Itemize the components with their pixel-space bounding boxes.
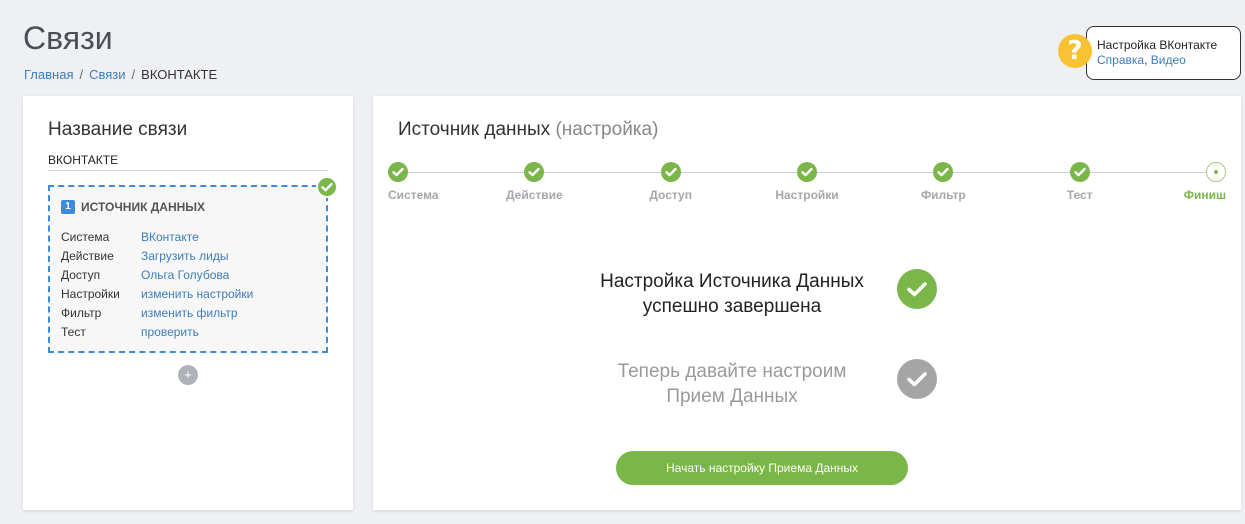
next-line-2: Прием Данных (666, 386, 798, 407)
step-current-icon[interactable] (1206, 162, 1226, 182)
connection-name-field[interactable]: ВКОНТАКТЕ (48, 153, 328, 171)
breadcrumb-links[interactable]: Связи (89, 67, 125, 82)
source-row-access: Доступ Ольга Голубова (61, 268, 253, 287)
help-box: Настройка ВКонтакте Справка, Видео (1086, 26, 1241, 80)
check-icon[interactable] (933, 162, 954, 182)
row-value-link[interactable]: изменить настройки (141, 287, 253, 306)
step-label[interactable]: Фильтр (921, 188, 966, 202)
page-title: Связи (23, 20, 113, 56)
help-comma: , (1144, 53, 1148, 67)
row-key: Настройки (61, 287, 120, 301)
source-row-filter: Фильтр изменить фильтр (61, 306, 253, 325)
step-label[interactable]: Финиш (1184, 188, 1226, 202)
panel-title-main: Источник данных (398, 119, 551, 140)
source-row-test: Тест проверить (61, 325, 253, 344)
next-message: Теперь давайте настроим Прием Данных (573, 359, 891, 409)
source-row-action: Действие Загрузить лиды (61, 249, 253, 268)
row-value-link[interactable]: изменить фильтр (141, 306, 238, 325)
video-link[interactable]: Видео (1151, 53, 1186, 67)
row-key: Тест (61, 325, 86, 339)
source-setup-panel: Источник данных (настройка) Система Дейст… (373, 96, 1241, 510)
source-heading-label: ИСТОЧНИК ДАННЫХ (81, 200, 206, 214)
question-icon[interactable]: ? (1058, 34, 1092, 68)
step-label[interactable]: Доступ (649, 188, 692, 202)
check-icon[interactable] (660, 162, 681, 182)
source-number-badge: 1 (61, 200, 75, 214)
data-source-block[interactable]: 1 ИСТОЧНИК ДАННЫХ Система ВКонтакте Дейс… (48, 185, 328, 353)
done-line-1: Настройка Источника Данных (600, 271, 864, 292)
row-value-link[interactable]: проверить (141, 325, 199, 344)
panel-title: Источник данных (настройка) (398, 119, 658, 141)
breadcrumb: Главная / Связи / ВКОНТАКТЕ (24, 67, 217, 82)
help-title: Настройка ВКонтакте (1097, 38, 1218, 52)
row-value-link[interactable]: ВКонтакте (141, 230, 199, 249)
done-line-2: успешно завершена (642, 296, 822, 317)
row-key: Система (61, 230, 110, 244)
source-details: Система ВКонтакте Действие Загрузить лид… (61, 230, 253, 344)
check-icon (316, 176, 338, 198)
check-icon[interactable] (388, 162, 408, 182)
row-key: Доступ (61, 268, 101, 282)
done-message: Настройка Источника Данных успешно завер… (573, 269, 891, 319)
connection-title: Название связи (48, 119, 188, 140)
step-label[interactable]: Тест (1067, 188, 1093, 202)
source-row-system: Система ВКонтакте (61, 230, 253, 249)
check-icon[interactable] (1069, 162, 1090, 182)
source-row-settings: Настройки изменить настройки (61, 287, 253, 306)
next-line-1: Теперь давайте настроим (617, 361, 847, 382)
step-label[interactable]: Настройки (775, 188, 838, 202)
breadcrumb-current: ВКОНТАКТЕ (141, 67, 218, 82)
check-icon[interactable] (797, 162, 817, 182)
start-receiver-setup-button[interactable]: Начать настройку Приема Данных (616, 451, 908, 485)
panel-title-sub: (настройка) (555, 119, 659, 140)
step-label[interactable]: Действие (506, 188, 563, 202)
row-key: Фильтр (61, 306, 102, 320)
breadcrumb-separator: / (79, 67, 84, 82)
connection-panel: Название связи ВКОНТАКТЕ 1 ИСТОЧНИК ДАНН… (23, 96, 353, 510)
check-icon (897, 359, 937, 399)
source-heading: 1 ИСТОЧНИК ДАННЫХ (61, 200, 205, 214)
breadcrumb-separator: / (131, 67, 136, 82)
row-key: Действие (61, 249, 114, 263)
add-block-button[interactable]: + (178, 365, 198, 385)
row-value-link[interactable]: Ольга Голубова (141, 268, 229, 287)
row-value-link[interactable]: Загрузить лиды (141, 249, 228, 268)
check-icon[interactable] (524, 162, 545, 182)
breadcrumb-home[interactable]: Главная (24, 67, 73, 82)
step-label[interactable]: Система (388, 188, 439, 202)
help-link[interactable]: Справка (1097, 53, 1144, 67)
check-icon (897, 269, 937, 309)
